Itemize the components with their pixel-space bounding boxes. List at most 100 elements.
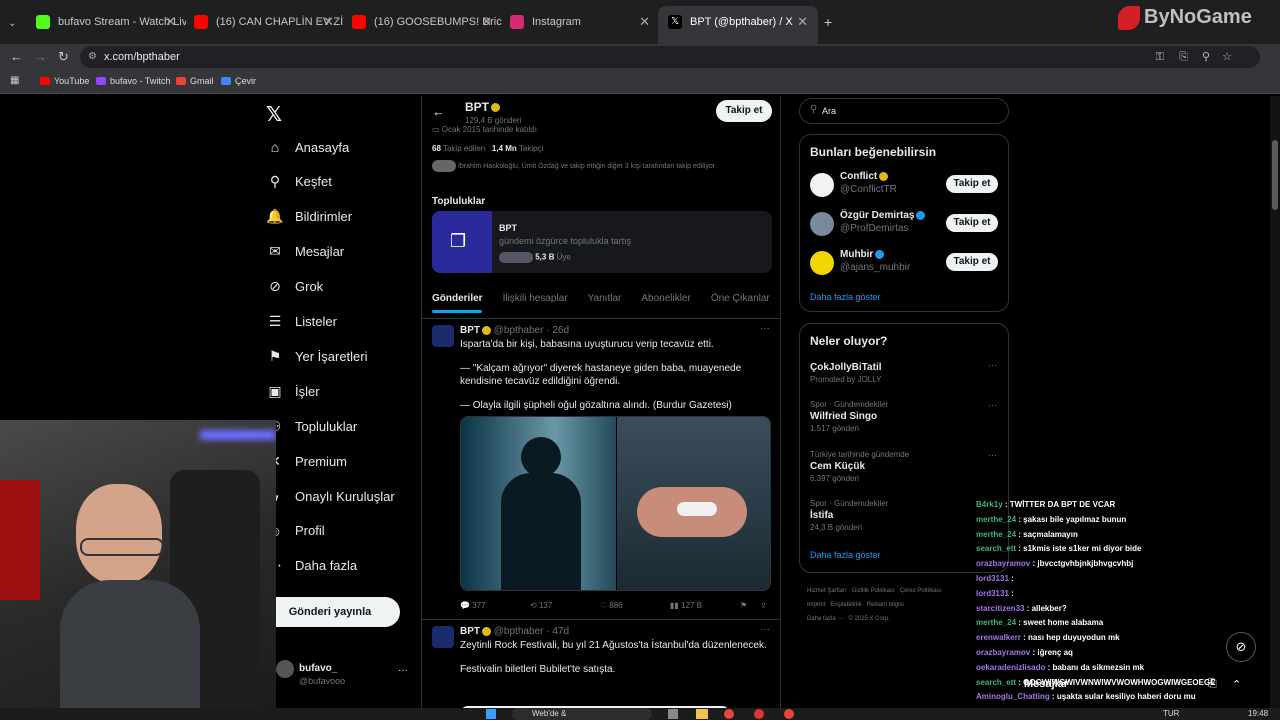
zoom-icon[interactable]: ⚲ (1202, 46, 1210, 68)
tab-replies[interactable]: Yanıtlar (588, 293, 622, 304)
tweet-more-icon[interactable]: ··· (760, 624, 770, 635)
browser-tab-active[interactable]: 𝕏 BPT (@bpthaber) / X ✕ (658, 6, 818, 44)
chrome-icon[interactable] (724, 709, 734, 719)
sidebar-item-1[interactable]: ⚲ Keşfet (265, 167, 332, 197)
grok-icon[interactable]: ⊘ (1226, 632, 1256, 662)
followed-by[interactable]: İbrahim Haskoloğlu, Ümit Özdağ ve takip … (432, 160, 772, 172)
tweet[interactable]: BPT @bpthaber · 26d ··· Isparta'da bir k… (422, 318, 780, 618)
sidebar-item-6[interactable]: ⚑ Yer İşaretleri (265, 341, 368, 371)
follow-button[interactable]: Takip et (946, 214, 998, 232)
reply-button[interactable]: 💬 377 (460, 601, 486, 610)
trend-item[interactable]: Spor · Gündemdekiler İstifa 24,3 B gönde… (810, 499, 1000, 532)
sidebar-item-9[interactable]: ✕Premium (265, 446, 347, 476)
new-tab-icon[interactable]: + (824, 14, 832, 30)
sidebar-item-8[interactable]: ⚇Topluluklar (265, 411, 357, 441)
chat-username[interactable]: lord3131 (976, 589, 1009, 598)
close-tab-icon[interactable]: ✕ (481, 6, 492, 38)
chat-username[interactable]: lord3131 (976, 574, 1009, 583)
bookmark-gmail[interactable]: Gmail (176, 76, 214, 86)
tweet-media[interactable] (460, 416, 771, 591)
browser-tab[interactable]: (16) CAN CHAPLİN EV ZİYARETİ ✕ (184, 6, 344, 44)
new-message-icon[interactable]: ⎘ (1208, 678, 1217, 691)
chat-username[interactable]: starcitizen33 (976, 604, 1024, 613)
scrollbar-thumb[interactable] (1272, 140, 1278, 210)
show-more-link[interactable]: Daha fazla göster (810, 550, 881, 560)
bookmark-twitch[interactable]: bufavo - Twitch (96, 76, 170, 86)
retweet-button[interactable]: ⟲ 137 (530, 601, 552, 610)
messages-drawer-label[interactable]: Mesajlar (1024, 678, 1068, 690)
windows-start-icon[interactable] (486, 709, 496, 719)
follow-button[interactable]: Takip et (946, 253, 998, 271)
star-icon[interactable]: ☆ (1222, 46, 1232, 68)
trend-item[interactable]: Türkiye tarihinde gündemde Cem Küçük 6.3… (810, 450, 1000, 483)
task-view-icon[interactable] (668, 709, 678, 719)
close-tab-icon[interactable]: ✕ (165, 6, 176, 38)
chat-username[interactable]: merthe_24 (976, 618, 1016, 627)
tab-search-icon[interactable]: ⌄ (8, 18, 16, 29)
tweet[interactable]: BPT @bpthaber · 47d ··· Zeytinli Rock Fe… (422, 619, 780, 720)
tab-highlights[interactable]: Öne Çıkanlar (711, 293, 770, 304)
back-arrow-icon[interactable]: ← (432, 104, 445, 119)
forward-icon[interactable]: → (34, 49, 47, 64)
chat-username[interactable]: search_ett (976, 544, 1016, 553)
browser-tab[interactable]: (16) GOOSEBUMPS! Dricus Du ✕ (342, 6, 502, 44)
follow-button[interactable]: Takip et (716, 100, 772, 122)
expand-icon[interactable]: ⌃ (1232, 678, 1241, 691)
chat-username[interactable]: erenwalkerr (976, 633, 1021, 642)
sidebar-item-2[interactable]: 🔔 Bildirimler (265, 202, 352, 232)
more-icon[interactable]: ··· (398, 665, 408, 676)
language-indicator[interactable]: TUR (1163, 709, 1179, 718)
sidebar-item-4[interactable]: ⊘ Grok (265, 272, 323, 302)
trend-item[interactable]: Spor · Gündemdekiler Wilfried Singo 1.51… (810, 400, 1000, 433)
sidebar-item-3[interactable]: ✉ Mesajlar (265, 237, 344, 267)
follow-button[interactable]: Takip et (946, 175, 998, 193)
chat-username[interactable]: oekaradenizlisado (976, 663, 1045, 672)
chat-username[interactable]: B4rk1y (976, 500, 1003, 509)
tab-posts[interactable]: Gönderiler (432, 293, 483, 304)
chat-username[interactable]: merthe_24 (976, 515, 1016, 524)
trend-more-icon[interactable]: ··· (988, 450, 997, 460)
bookmark-icon[interactable]: ⚑ (740, 601, 747, 610)
site-info-icon[interactable]: ⚙ (88, 46, 97, 68)
tweet-avatar[interactable] (432, 325, 454, 347)
trend-more-icon[interactable]: ··· (988, 360, 997, 370)
taskbar-search[interactable]: Web'de & (512, 708, 652, 720)
tab-subscriptions[interactable]: Abonelikler (641, 293, 690, 304)
apps-grid-icon[interactable]: ▦ (10, 75, 19, 86)
chat-username[interactable]: Aminoglu_Chatting (976, 692, 1050, 701)
chat-username[interactable]: orazbayramov (976, 559, 1030, 568)
sidebar-item-5[interactable]: ☰ Listeler (265, 307, 337, 337)
key-icon[interactable]: ⚿ (1156, 46, 1164, 68)
back-icon[interactable]: ← (10, 49, 23, 64)
sidebar-item-7[interactable]: ▣ İşler (265, 376, 319, 406)
chat-username[interactable]: orazbayramov (976, 648, 1030, 657)
sidebar-item-10[interactable]: ϟOnaylı Kuruluşlar (265, 481, 394, 511)
file-explorer-icon[interactable] (696, 709, 708, 719)
trend-item[interactable]: ÇokJollyBiTatil Promoted by JOLLY (810, 360, 1000, 384)
chat-username[interactable]: merthe_24 (976, 530, 1016, 539)
bookmark-youtube[interactable]: YouTube (40, 76, 89, 86)
bookmark-translate[interactable]: Çevir (221, 76, 256, 86)
show-more-link[interactable]: Daha fazla göster (810, 292, 881, 302)
search-input[interactable]: ⚲ Ara (799, 98, 1009, 124)
url-input[interactable]: ⚙ x.com/bpthaber ⚿ ⎘ ⚲ ☆ (80, 46, 1260, 68)
trend-more-icon[interactable]: ··· (988, 400, 997, 410)
chrome-icon[interactable] (784, 709, 794, 719)
tweet-more-icon[interactable]: ··· (760, 323, 770, 334)
community-card[interactable]: ❐ BPT gündemi özgürce toplulukla tartış … (432, 211, 772, 273)
close-tab-icon[interactable]: ✕ (797, 6, 808, 38)
app-icon[interactable] (754, 709, 764, 719)
tweet-avatar[interactable] (432, 626, 454, 648)
tab-related[interactable]: İlişkili hesaplar (503, 293, 568, 304)
chat-username[interactable]: search_ett (976, 678, 1016, 687)
clock[interactable]: 19:48 (1248, 709, 1268, 718)
close-tab-icon[interactable]: ✕ (639, 6, 650, 38)
browser-tab[interactable]: bufavo Stream - Watch Live on ✕ (26, 6, 186, 44)
reload-icon[interactable]: ↻ (58, 49, 69, 65)
like-button[interactable]: ♡ 886 (600, 601, 623, 610)
close-tab-icon[interactable]: ✕ (323, 6, 334, 38)
post-button[interactable]: Gönderi yayınla (260, 597, 400, 627)
browser-tab[interactable]: Instagram ✕ (500, 6, 660, 44)
sidebar-item-0[interactable]: ⌂ Anasayfa (265, 132, 349, 162)
install-icon[interactable]: ⎘ (1179, 46, 1188, 68)
